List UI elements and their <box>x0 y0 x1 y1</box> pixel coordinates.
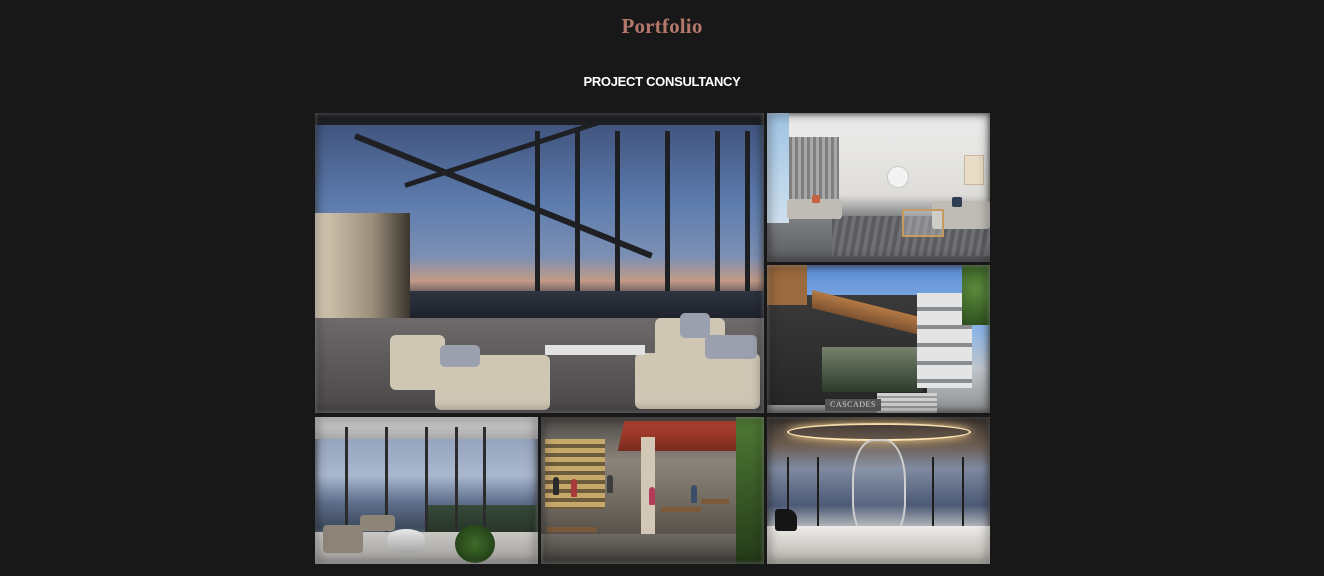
dining-table <box>701 499 729 504</box>
cushion <box>680 313 710 338</box>
person <box>649 487 655 505</box>
cushion <box>705 335 757 359</box>
entry-stairs <box>877 393 937 413</box>
dining-table <box>661 507 701 512</box>
window-mullion <box>425 427 428 542</box>
lobby-glass <box>822 347 922 392</box>
cushion <box>440 345 480 367</box>
palm-plant <box>736 417 764 564</box>
window-mullion <box>483 427 486 542</box>
pillow <box>812 195 820 203</box>
window-mullion <box>817 457 819 527</box>
coffee-table <box>545 345 645 355</box>
living-room-image[interactable] <box>767 113 990 262</box>
penthouse-lounge-image[interactable] <box>315 417 538 564</box>
city-skyline <box>410 291 764 321</box>
person <box>571 479 577 497</box>
window-mullion <box>455 427 458 542</box>
portfolio-page: Portfolio PROJECT CONSULTANCY CASCADES <box>0 0 1324 576</box>
section-heading: PROJECT CONSULTANCY <box>583 74 741 89</box>
cafe-dining-image[interactable] <box>541 417 764 564</box>
marble-floor <box>767 526 990 564</box>
grand-piano <box>775 509 797 531</box>
red-awning <box>617 421 745 451</box>
wall-art <box>964 155 984 185</box>
window-mullion <box>932 457 934 527</box>
pillow <box>952 197 962 207</box>
rooftop-terrace-image[interactable] <box>315 113 764 413</box>
person <box>553 477 559 495</box>
tree <box>962 265 990 325</box>
grand-foyer-image[interactable] <box>767 417 990 564</box>
page-title: Portfolio <box>621 14 703 38</box>
building-sign: CASCADES <box>825 399 881 411</box>
pendant-lamp <box>887 166 909 188</box>
chaise <box>360 515 395 531</box>
building-facade-image[interactable]: CASCADES <box>767 265 990 413</box>
portfolio-gallery: CASCADES <box>315 113 990 564</box>
window <box>767 113 789 223</box>
timber-canopy <box>767 265 807 305</box>
dining-table <box>547 527 597 532</box>
bar-shelving <box>545 439 605 509</box>
coffee-table <box>902 209 944 237</box>
plant <box>455 525 495 563</box>
sofa <box>635 353 760 409</box>
roof-beam <box>315 113 764 125</box>
floor <box>541 534 764 564</box>
armchair <box>323 525 363 553</box>
person <box>691 485 697 503</box>
side-table <box>387 529 425 553</box>
person <box>607 475 613 493</box>
window-mullion <box>962 457 964 527</box>
